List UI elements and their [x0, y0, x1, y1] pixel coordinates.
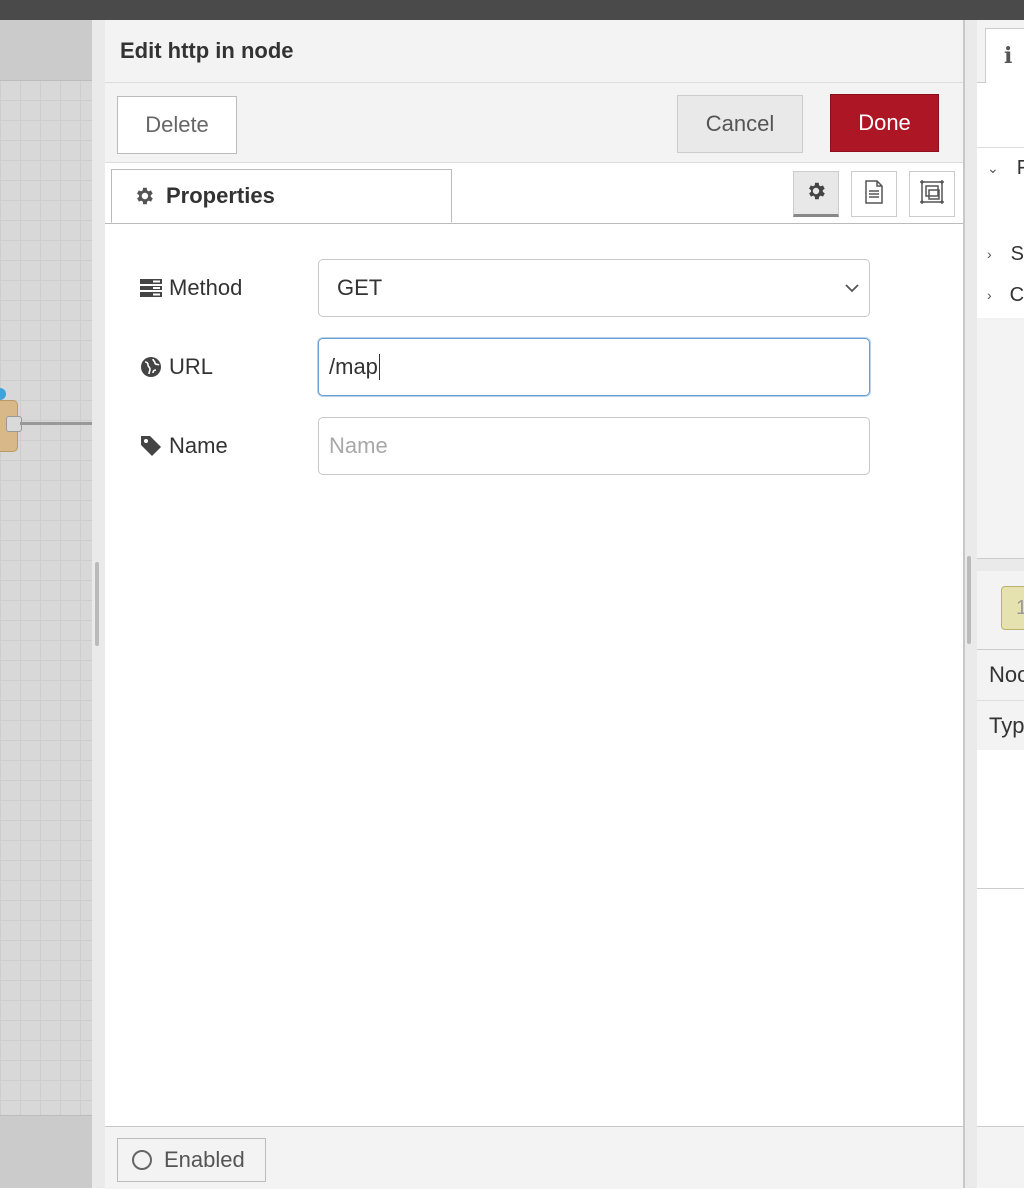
delete-button[interactable]: Delete: [117, 96, 237, 154]
dialog-title: Edit http in node: [120, 38, 294, 63]
tree-item[interactable]: › S: [977, 234, 1024, 274]
tasks-icon: [139, 276, 163, 300]
tag-icon: [139, 434, 163, 458]
info-sidebar: i ⌄ F › S › C 1 Noc Typ: [977, 20, 1024, 1188]
sidebar-subbar: 1: [977, 571, 1024, 650]
appearance-icon: [919, 179, 945, 210]
canvas-header: [0, 20, 92, 81]
dialog-title-bar: Edit http in node: [105, 20, 963, 83]
dialog-footer: Enabled: [105, 1126, 963, 1189]
text-cursor: [378, 354, 380, 380]
chevron-down-icon: ⌄: [987, 159, 999, 176]
tree-item[interactable]: ⌄ F: [977, 148, 1024, 188]
sidebar-tree: ⌄ F › S › C: [977, 148, 1024, 318]
node-status-dot: [0, 388, 6, 400]
tree-item[interactable]: › C: [977, 275, 1024, 315]
enabled-toggle[interactable]: Enabled: [117, 1138, 266, 1182]
method-select[interactable]: GET: [318, 259, 870, 317]
url-label: URL: [139, 338, 213, 396]
cancel-button[interactable]: Cancel: [677, 95, 803, 153]
name-input[interactable]: Name: [318, 417, 870, 475]
tab-properties[interactable]: Properties: [111, 169, 452, 223]
name-label: Name: [139, 417, 228, 475]
info-row-type: Typ: [977, 701, 1024, 752]
window-top-bar: [0, 0, 1024, 20]
sidebar-tab-info[interactable]: i: [985, 28, 1024, 83]
info-row-node: Noc: [977, 650, 1024, 701]
chevron-right-icon: ›: [987, 246, 992, 262]
sidebar-toolbar: [977, 83, 1024, 148]
method-row: Method GET: [105, 259, 963, 317]
right-splitter-grip[interactable]: [967, 556, 971, 644]
sidebar-tab-bar: i: [977, 20, 1024, 83]
url-row: URL /map: [105, 338, 963, 396]
gear-icon: [805, 180, 827, 207]
done-button[interactable]: Done: [830, 94, 939, 152]
sidebar-divider[interactable]: [977, 558, 1024, 572]
chevron-right-icon: ›: [987, 287, 992, 303]
dialog-toolbar: Delete Cancel Done: [105, 83, 963, 163]
info-icon: i: [1004, 43, 1013, 69]
tab-description[interactable]: [851, 171, 897, 217]
method-label: Method: [139, 259, 242, 317]
sidebar-footer: [977, 1126, 1024, 1188]
sidebar-lower-panel: [977, 750, 1024, 889]
tab-appearance[interactable]: [909, 171, 955, 217]
chevron-down-icon: [845, 284, 859, 293]
workspace-canvas[interactable]: [0, 20, 92, 1188]
canvas-footer: [0, 1115, 92, 1188]
document-icon: [863, 179, 885, 209]
name-row: Name Name: [105, 417, 963, 475]
tab-settings[interactable]: [793, 171, 839, 217]
dialog-tabs: Properties: [105, 163, 963, 224]
node-wire[interactable]: [20, 422, 92, 425]
left-splitter-grip[interactable]: [95, 562, 99, 646]
globe-icon: [139, 355, 163, 379]
radio-circle-icon: [132, 1150, 152, 1170]
gear-icon: [132, 184, 156, 208]
tab-properties-label: Properties: [166, 183, 275, 208]
sidebar-empty-area: [977, 318, 1024, 558]
sidebar-chip[interactable]: 1: [1001, 586, 1024, 630]
url-input[interactable]: /map: [318, 338, 870, 396]
edit-node-dialog: Edit http in node Delete Cancel Done Pro…: [105, 20, 964, 1189]
